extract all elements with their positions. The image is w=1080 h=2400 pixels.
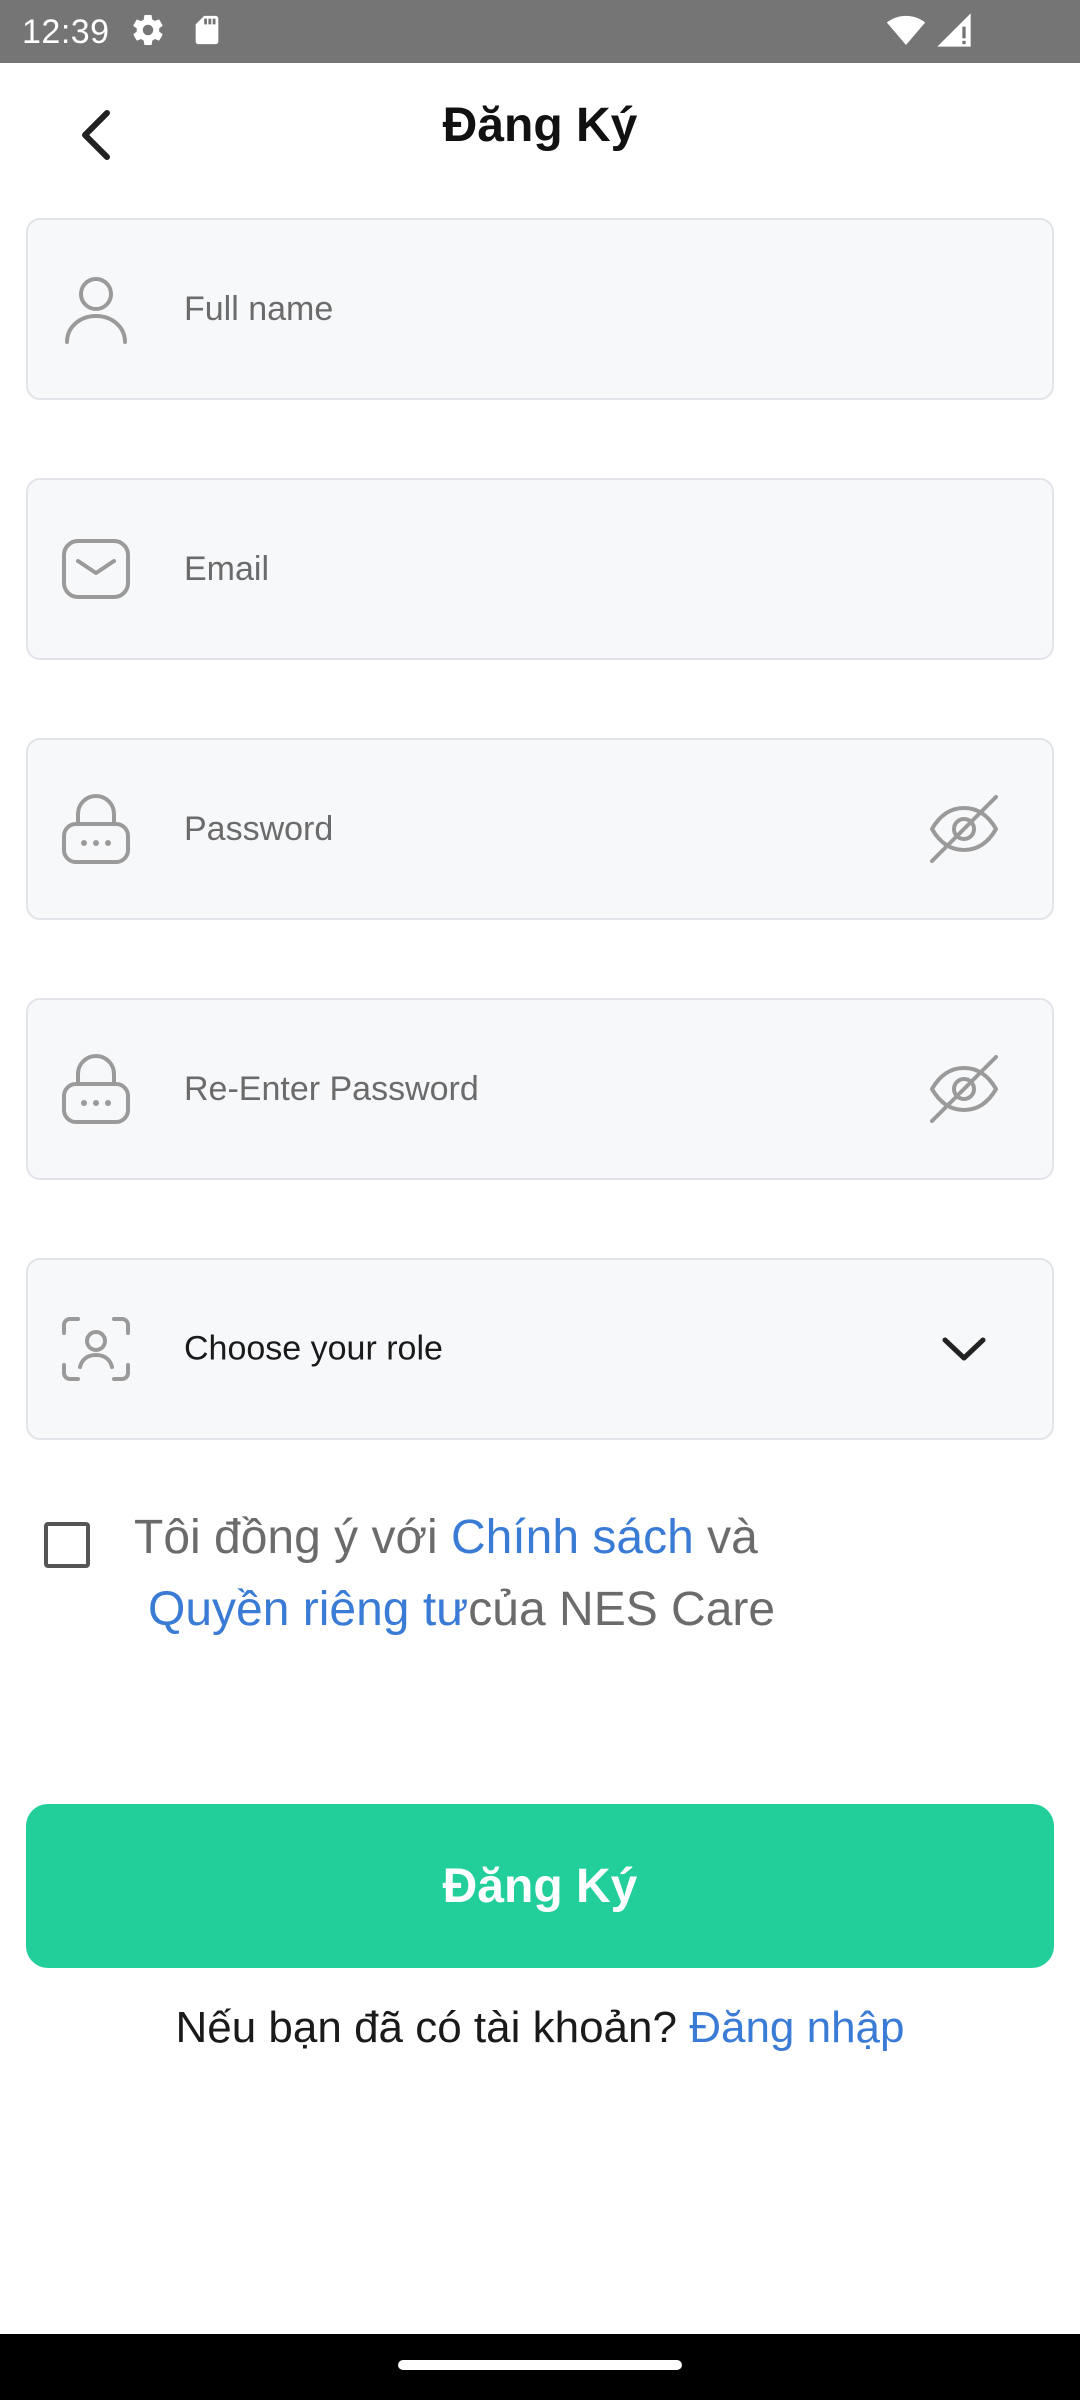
chevron-down-icon[interactable] bbox=[924, 1309, 1004, 1389]
status-bar: 12:39 bbox=[0, 0, 1080, 63]
home-indicator[interactable] bbox=[398, 2360, 682, 2370]
wifi-icon bbox=[886, 10, 926, 55]
lock-icon bbox=[56, 789, 136, 869]
register-screen: 12:39 Đăng Ký Full name Email Choose you… bbox=[0, 0, 1080, 2400]
agreement-prefix: Tôi đồng ý với bbox=[134, 1511, 451, 1564]
eye-off-icon[interactable] bbox=[924, 1049, 1004, 1129]
policy-link[interactable]: Chính sách bbox=[451, 1511, 694, 1564]
register-button[interactable]: Đăng Ký bbox=[26, 1804, 1054, 1968]
status-time: 12:39 bbox=[22, 13, 110, 51]
face-scan-icon bbox=[56, 1309, 136, 1389]
agreement-text: Tôi đồng ý với Chính sách và Quyền riêng… bbox=[134, 1502, 994, 1646]
login-link[interactable]: Đăng nhập bbox=[689, 2003, 904, 2052]
email-input[interactable] bbox=[184, 534, 924, 604]
sd-card-icon bbox=[190, 12, 224, 53]
role-select[interactable]: Choose your role bbox=[26, 1258, 1054, 1440]
re-enter-password-input[interactable] bbox=[184, 1054, 924, 1124]
full-name-field[interactable] bbox=[26, 218, 1054, 400]
password-field[interactable] bbox=[26, 738, 1054, 920]
login-prompt: Nếu bạn đã có tài khoản? Đăng nhập bbox=[0, 1996, 1080, 2060]
password-input[interactable] bbox=[184, 794, 924, 864]
mail-icon bbox=[56, 529, 136, 609]
re-enter-password-field[interactable] bbox=[26, 998, 1054, 1180]
lock-icon bbox=[56, 1049, 136, 1129]
login-prompt-text: Nếu bạn đã có tài khoản? bbox=[175, 2003, 690, 2052]
user-icon bbox=[56, 269, 136, 349]
full-name-input[interactable] bbox=[184, 274, 924, 344]
agreement-line-2: Quyền riêng tưcủa NES Care bbox=[134, 1574, 994, 1646]
cell-signal-icon bbox=[934, 10, 974, 55]
agree-checkbox[interactable] bbox=[44, 1522, 90, 1568]
role-select-label: Choose your role bbox=[184, 1329, 443, 1368]
agreement-middle: và bbox=[693, 1511, 758, 1564]
eye-off-icon[interactable] bbox=[924, 789, 1004, 869]
settings-icon bbox=[130, 12, 166, 53]
email-field[interactable] bbox=[26, 478, 1054, 660]
agreement-suffix: của NES Care bbox=[468, 1583, 776, 1636]
page-title: Đăng Ký bbox=[442, 99, 638, 152]
privacy-link[interactable]: Quyền riêng tư bbox=[148, 1583, 468, 1636]
